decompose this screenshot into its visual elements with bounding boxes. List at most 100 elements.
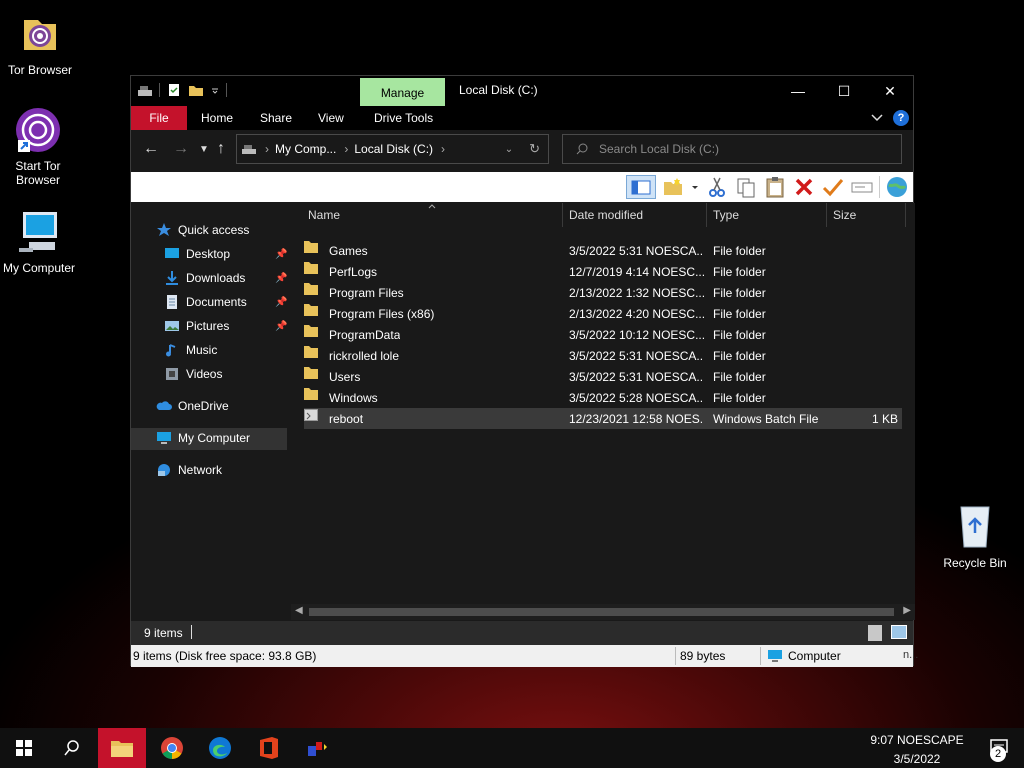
- column-header-size[interactable]: Size: [833, 203, 856, 227]
- desktop-icon-my-computer[interactable]: My Computer: [0, 208, 79, 275]
- status-bar: 9 items: [131, 621, 913, 645]
- column-header-type[interactable]: Type: [713, 203, 739, 227]
- sidebar-item-videos[interactable]: Videos: [164, 366, 222, 382]
- scrollbar-thumb[interactable]: [309, 608, 894, 616]
- sidebar-item-downloads[interactable]: Downloads: [164, 270, 245, 286]
- up-arrow-icon[interactable]: ↑: [217, 140, 225, 158]
- refresh-icon[interactable]: ↻: [529, 141, 540, 157]
- table-row[interactable]: PerfLogs 12/7/2019 4:14 NOESC... File fold…: [304, 261, 902, 282]
- address-bar[interactable]: › My Comp... › Local Disk (C:) › ⌄ ↻: [236, 134, 549, 164]
- taskbar-file-explorer[interactable]: [98, 728, 146, 768]
- scroll-right-icon[interactable]: ▶: [903, 605, 911, 616]
- action-center-button[interactable]: 2: [976, 728, 1024, 768]
- desktop-icon: [165, 248, 179, 258]
- help-icon[interactable]: ?: [893, 110, 909, 126]
- new-folder-icon[interactable]: [188, 82, 204, 98]
- tab-view[interactable]: View: [318, 106, 344, 130]
- documents-icon: [167, 295, 177, 309]
- tab-home[interactable]: Home: [201, 106, 233, 130]
- file-date: 2/13/2022 4:20 NOESC...: [569, 307, 704, 321]
- table-row[interactable]: Program Files (x86) 2/13/2022 4:20 NOESC.…: [304, 303, 902, 324]
- taskbar-chrome[interactable]: [148, 728, 196, 768]
- status-divider: [191, 625, 192, 639]
- horizontal-scrollbar[interactable]: ◀ ▶: [291, 604, 915, 620]
- pin-icon[interactable]: 📌: [275, 321, 287, 332]
- copy-icon[interactable]: [734, 175, 758, 199]
- chevron-down-icon[interactable]: [210, 82, 220, 98]
- recent-locations-icon[interactable]: ▼: [199, 144, 209, 155]
- desktop-icon-tor-browser[interactable]: Tor Browser: [0, 10, 80, 77]
- chrome-icon: [161, 737, 183, 759]
- system-clock[interactable]: 9:07 NOESCAPE 3/5/2022: [862, 732, 972, 767]
- column-divider[interactable]: [562, 203, 563, 227]
- table-row[interactable]: rickrolled lole 3/5/2022 5:31 NOESCA... Fi…: [304, 345, 902, 366]
- table-row[interactable]: Users 3/5/2022 5:31 NOESCA... File folder: [304, 366, 902, 387]
- cloud-icon: [156, 401, 172, 410]
- back-arrow-icon[interactable]: ←: [143, 140, 159, 158]
- breadcrumb-my-computer[interactable]: My Comp...: [275, 142, 336, 156]
- rename-icon[interactable]: [850, 175, 874, 199]
- search-button[interactable]: [48, 728, 96, 768]
- table-row[interactable]: Windows 3/5/2022 5:28 NOESCA... File folde…: [304, 387, 902, 408]
- table-row[interactable]: Games 3/5/2022 5:31 NOESCA... File folder: [304, 240, 902, 261]
- delete-icon[interactable]: [792, 175, 816, 199]
- file-date: 3/5/2022 5:28 NOESCA...: [569, 391, 704, 405]
- tab-drive-tools[interactable]: Drive Tools: [374, 106, 433, 130]
- pin-icon[interactable]: 📌: [275, 273, 287, 284]
- preview-pane-icon[interactable]: [626, 175, 656, 199]
- table-row[interactable]: reboot 12/23/2021 12:58 NOES... Windows Ba…: [304, 408, 902, 429]
- desktop-icon-start-tor[interactable]: Start Tor Browser: [0, 106, 78, 187]
- desktop-icon-recycle-bin[interactable]: Recycle Bin: [935, 503, 1015, 570]
- search-box[interactable]: Search Local Disk (C:): [562, 134, 902, 164]
- sidebar-item-quick-access[interactable]: Quick access: [156, 222, 249, 238]
- address-dropdown-icon[interactable]: ⌄: [505, 144, 513, 155]
- tab-manage[interactable]: Manage: [360, 78, 445, 106]
- taskbar-edge[interactable]: [196, 728, 244, 768]
- ribbon-tabs: File Home Share View Drive Tools ?: [131, 106, 913, 130]
- large-icons-view-icon[interactable]: [891, 625, 907, 639]
- table-row[interactable]: ProgramData 3/5/2022 10:12 NOESC... File f…: [304, 324, 902, 345]
- details-view-icon[interactable]: [868, 625, 882, 641]
- tab-file[interactable]: File: [131, 106, 187, 130]
- properties-icon[interactable]: [166, 82, 182, 98]
- sidebar-item-pictures[interactable]: Pictures: [164, 318, 229, 334]
- pin-icon[interactable]: 📌: [275, 297, 287, 308]
- new-folder-icon[interactable]: [661, 175, 685, 199]
- breadcrumb-separator-icon[interactable]: ›: [344, 142, 348, 156]
- drive-icon[interactable]: [137, 82, 153, 98]
- file-name: Program Files: [329, 286, 404, 300]
- pin-icon[interactable]: 📌: [275, 249, 287, 260]
- column-header-date[interactable]: Date modified: [569, 203, 643, 227]
- maximize-button[interactable]: ☐: [821, 76, 867, 106]
- table-row[interactable]: Program Files 2/13/2022 1:32 NOESC... File…: [304, 282, 902, 303]
- taskbar-office[interactable]: [245, 728, 293, 768]
- column-header-name[interactable]: Name: [308, 203, 340, 227]
- tor-folder-icon: [24, 20, 56, 50]
- taskbar-app[interactable]: [294, 728, 342, 768]
- paste-icon[interactable]: [763, 175, 787, 199]
- start-button[interactable]: [0, 728, 48, 768]
- dropdown-arrow-icon[interactable]: [690, 175, 700, 199]
- sidebar-item-desktop[interactable]: Desktop: [164, 246, 230, 262]
- expand-ribbon-icon[interactable]: [871, 113, 883, 123]
- sidebar-item-network[interactable]: Network: [156, 462, 222, 478]
- sidebar-item-my-computer[interactable]: My Computer: [156, 430, 250, 446]
- breadcrumb-separator-icon[interactable]: ›: [441, 142, 445, 156]
- sidebar-item-music[interactable]: Music: [164, 342, 217, 358]
- tab-share[interactable]: Share: [260, 106, 292, 130]
- breadcrumb-separator-icon[interactable]: ›: [265, 142, 269, 156]
- column-divider[interactable]: [905, 203, 906, 227]
- sidebar-item-documents[interactable]: Documents: [164, 294, 247, 310]
- navigation-pane: Quick access Desktop 📌 Downloads 📌 Docum…: [131, 203, 289, 620]
- minimize-button[interactable]: —: [775, 76, 821, 106]
- scroll-left-icon[interactable]: ◀: [295, 605, 303, 616]
- checkmark-icon[interactable]: [821, 175, 845, 199]
- sidebar-item-onedrive[interactable]: OneDrive: [156, 398, 229, 414]
- cut-icon[interactable]: [705, 175, 729, 199]
- column-divider[interactable]: [826, 203, 827, 227]
- forward-arrow-icon[interactable]: →: [173, 140, 189, 158]
- globe-icon[interactable]: [885, 175, 909, 199]
- column-divider[interactable]: [706, 203, 707, 227]
- close-button[interactable]: ✕: [867, 76, 913, 106]
- breadcrumb-local-disk[interactable]: Local Disk (C:): [354, 142, 433, 156]
